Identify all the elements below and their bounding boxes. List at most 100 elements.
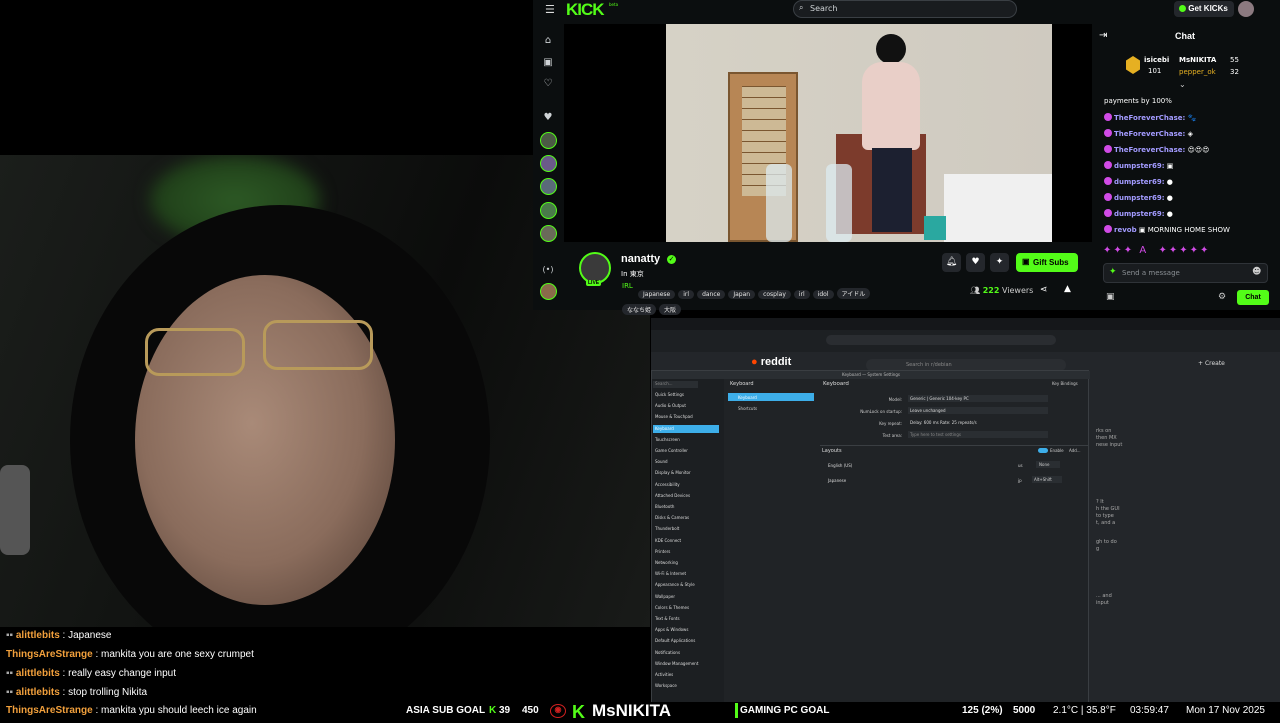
test-area-input[interactable]: Type here to test settings	[908, 431, 1048, 438]
get-kicks-button[interactable]: Get KICKs	[1174, 1, 1234, 17]
chat-username[interactable]: TheForeverChase:	[1114, 114, 1185, 122]
followed-channel-avatar[interactable]	[540, 225, 557, 242]
sidebar-item[interactable]: Disks & Cameras	[653, 514, 719, 522]
sidebar-item[interactable]: Networking	[653, 559, 719, 567]
chat-username[interactable]: dumpster69:	[1114, 162, 1165, 170]
live-icon[interactable]: (•)	[542, 264, 554, 276]
layout-shortcut-button[interactable]: Alt+Shift	[1032, 476, 1062, 483]
chat-username[interactable]: dumpster69:	[1114, 194, 1165, 202]
search-input[interactable]: ⌕ Search	[793, 0, 1017, 18]
report-icon[interactable]: ▲	[1064, 284, 1071, 294]
menu-icon[interactable]: ☰	[545, 3, 555, 16]
tag[interactable]: cosplay	[758, 290, 791, 299]
sidebar-item[interactable]: Text & Fonts	[653, 615, 719, 623]
chat-username[interactable]: dumpster69:	[1114, 210, 1165, 218]
chat-username[interactable]: TheForeverChase:	[1114, 130, 1185, 138]
home-icon[interactable]: ⌂	[542, 35, 554, 47]
recommended-channel-avatar[interactable]	[540, 283, 557, 300]
chat-username[interactable]: TheForeverChase:	[1114, 146, 1185, 154]
tag[interactable]: Japan	[728, 290, 756, 299]
follow-heart-icon[interactable]: ♥	[966, 253, 985, 272]
sidebar-item[interactable]: Attached Devices	[653, 492, 719, 500]
kick-logo[interactable]: KICK	[566, 0, 605, 20]
sidebar-item[interactable]: Audio & Output	[653, 402, 719, 410]
middle-header: Keyboard	[730, 381, 754, 387]
following-icon[interactable]: ♡	[542, 78, 554, 90]
notification-bell-icon[interactable]: 🔔︎	[942, 253, 961, 272]
sidebar-search[interactable]: Search...	[653, 381, 698, 388]
settings-gear-icon[interactable]: ⚙	[1218, 292, 1226, 302]
create-post-button[interactable]: + Create	[1198, 360, 1225, 367]
subpage-shortcuts[interactable]: Shortcuts	[728, 404, 814, 412]
message-input[interactable]: ✦ Send a message ☻	[1103, 263, 1268, 283]
gift-chat-icon[interactable]: ▣	[1106, 292, 1115, 302]
sidebar-item[interactable]: Keyboard	[653, 424, 719, 433]
tag[interactable]: irl	[793, 290, 810, 299]
reddit-logo[interactable]: ● reddit	[751, 356, 851, 370]
collapse-chat-icon[interactable]: ⇥	[1099, 30, 1107, 41]
sidebar-item[interactable]: Sound	[653, 458, 719, 466]
share-icon[interactable]: ⋖	[1040, 285, 1048, 295]
layouts-enable-toggle[interactable]	[1038, 448, 1048, 453]
leader-name[interactable]: MsNIKITA	[1179, 56, 1216, 64]
sidebar-item[interactable]: KDE Connect	[653, 537, 719, 545]
gift-subs-button[interactable]: ▣ Gift Subs	[1016, 253, 1078, 272]
tag[interactable]: ななち姫	[622, 304, 657, 315]
emoji-icon[interactable]: ☻	[1252, 267, 1261, 277]
sub-goal-label: ASIA SUB GOAL	[406, 705, 486, 716]
followed-channel-avatar[interactable]	[540, 155, 557, 172]
key-repeat-controls[interactable]: Delay: 600 ms Rate: 25 repeats/s	[908, 419, 1048, 426]
followed-channel-avatar[interactable]	[540, 132, 557, 149]
sidebar-item[interactable]: Quick Settings	[653, 391, 719, 399]
numlock-select[interactable]: Leave unchanged	[908, 407, 1048, 414]
glasses	[145, 320, 375, 378]
sidebar-item[interactable]: Game Controller	[653, 447, 719, 455]
sidebar-item[interactable]: Colors & Themes	[653, 604, 719, 612]
boost-icon[interactable]: ✦	[990, 253, 1009, 272]
sidebar-item[interactable]: Accessibility	[653, 481, 719, 489]
category-link[interactable]: IRL	[622, 282, 633, 290]
key-bindings-button[interactable]: Key Bindings	[1052, 381, 1078, 386]
sidebar-item[interactable]: Notifications	[653, 649, 719, 657]
tag[interactable]: idol	[812, 290, 834, 299]
subpage-keyboard[interactable]: Keyboard	[728, 393, 814, 401]
layout-name[interactable]: English (US)	[828, 463, 852, 468]
chat-message: dumpster69: ▣	[1104, 161, 1173, 170]
video-player[interactable]	[564, 24, 1092, 242]
tag[interactable]: dance	[697, 290, 726, 299]
layout-name[interactable]: Japanese	[828, 478, 846, 483]
chat-username[interactable]: revob	[1114, 226, 1137, 234]
sidebar-item[interactable]: Workspace	[653, 682, 719, 690]
tag[interactable]: 大阪	[659, 304, 682, 315]
expand-leaderboard-icon[interactable]: ⌄	[1179, 80, 1186, 89]
streamer-name[interactable]: nanatty	[621, 253, 660, 265]
chat-username[interactable]: dumpster69:	[1114, 178, 1165, 186]
send-chat-button[interactable]: Chat	[1237, 290, 1269, 305]
sidebar-item[interactable]: Wallpaper	[653, 593, 719, 601]
sidebar-item[interactable]: Mouse & Touchpad	[653, 413, 719, 421]
sidebar-item[interactable]: Appearance & Style	[653, 581, 719, 589]
avatar[interactable]	[1238, 1, 1254, 17]
followed-channel-avatar[interactable]	[540, 202, 557, 219]
sidebar-item[interactable]: Printers	[653, 548, 719, 556]
sidebar-item[interactable]: Bluetooth	[653, 503, 719, 511]
sidebar-item[interactable]: Display & Monitor	[653, 469, 719, 477]
followed-channel-avatar[interactable]	[540, 178, 557, 195]
sidebar-item[interactable]: Wi-Fi & Internet	[653, 570, 719, 578]
add-layout-button[interactable]: Add...	[1069, 448, 1081, 453]
layout-shortcut-button[interactable]: None	[1036, 461, 1060, 468]
sidebar-item[interactable]: Default Applications	[653, 637, 719, 645]
sidebar-item[interactable]: Window Management	[653, 660, 719, 668]
sidebar-item[interactable]: Activities	[653, 671, 719, 679]
leader-name[interactable]: isicebi	[1144, 56, 1169, 64]
browse-icon[interactable]: ▣	[542, 57, 554, 69]
sidebar-item[interactable]: Apps & Windows	[653, 626, 719, 634]
sidebar-item[interactable]: Touchscreen	[653, 436, 719, 444]
model-select[interactable]: Generic | Generic 104-key PC	[908, 395, 1048, 402]
address-bar[interactable]	[826, 335, 1056, 345]
sidebar-item[interactable]: Thunderbolt	[653, 525, 719, 533]
tag[interactable]: アイドル	[836, 288, 871, 299]
leader-name[interactable]: pepper_ok	[1179, 68, 1216, 76]
favorites-icon[interactable]: ♥	[542, 112, 554, 124]
emote-bar[interactable]: ✦✦✦ A ✦✦✦✦✦	[1103, 245, 1210, 256]
